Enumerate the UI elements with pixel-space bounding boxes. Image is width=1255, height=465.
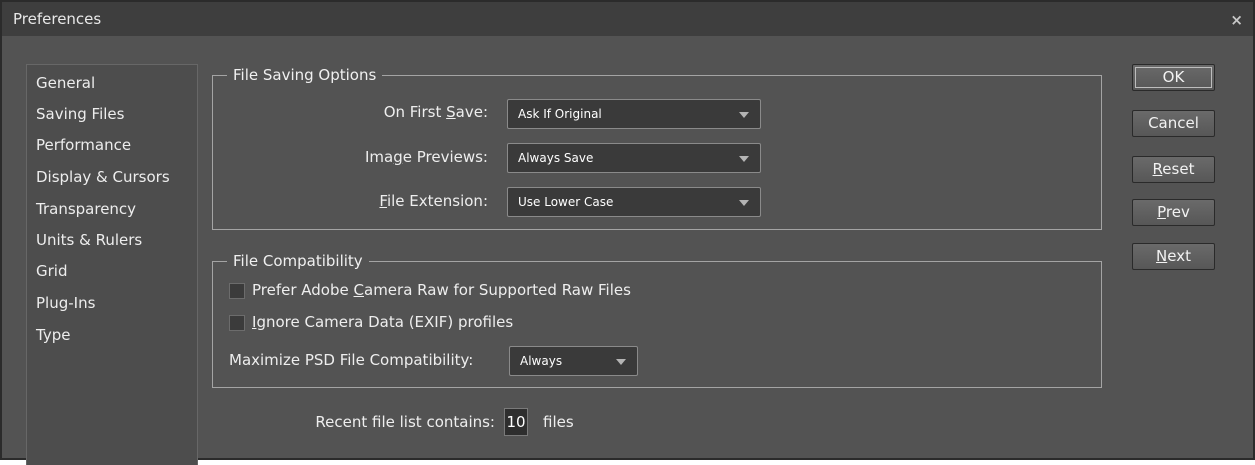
ignore-exif-label[interactable]: Ignore Camera Data (EXIF) profiles xyxy=(252,313,513,331)
camera-raw-checkbox[interactable] xyxy=(229,283,245,299)
recent-files-suffix: files xyxy=(543,413,574,431)
sidebar-item-performance[interactable]: Performance xyxy=(36,136,131,154)
sidebar-item-type[interactable]: Type xyxy=(36,326,70,344)
chevron-down-icon xyxy=(739,156,749,162)
maximize-psd-select[interactable]: Always xyxy=(509,346,638,376)
image-previews-value: Always Save xyxy=(518,151,594,165)
image-previews-label: Image Previews: xyxy=(364,148,488,166)
reset-button[interactable]: Reset xyxy=(1132,156,1215,183)
file-compatibility-legend: File Compatibility xyxy=(233,252,363,270)
camera-raw-label[interactable]: Prefer Adobe Camera Raw for Supported Ra… xyxy=(252,281,631,299)
image-previews-select[interactable]: Always Save xyxy=(507,143,761,173)
on-first-save-value: Ask If Original xyxy=(518,107,602,121)
sidebar-item-saving-files[interactable]: Saving Files xyxy=(36,105,124,123)
file-extension-select[interactable]: Use Lower Case xyxy=(507,187,761,217)
title-bar[interactable]: Preferences × xyxy=(2,2,1253,36)
close-icon[interactable]: × xyxy=(1230,11,1243,29)
maximize-psd-label: Maximize PSD File Compatibility: xyxy=(229,351,474,369)
on-first-save-label: On First Save: xyxy=(383,103,488,121)
file-extension-value: Use Lower Case xyxy=(518,195,614,209)
prev-button[interactable]: Prev xyxy=(1132,199,1215,226)
sidebar-item-grid[interactable]: Grid xyxy=(36,262,67,280)
maximize-psd-value: Always xyxy=(520,354,563,368)
on-first-save-select[interactable]: Ask If Original xyxy=(507,99,761,129)
chevron-down-icon xyxy=(616,359,626,365)
ignore-exif-checkbox[interactable] xyxy=(229,315,245,331)
recent-files-label: Recent file list contains: xyxy=(315,413,495,431)
dialog-title: Preferences xyxy=(13,10,102,28)
cancel-button[interactable]: Cancel xyxy=(1132,110,1215,137)
recent-files-count-input[interactable]: 10 xyxy=(504,408,528,436)
sidebar-item-plug-ins[interactable]: Plug-Ins xyxy=(36,294,95,312)
sidebar-item-general[interactable]: General xyxy=(36,74,95,92)
preferences-category-list: General Saving Files Performance Display… xyxy=(26,64,198,465)
file-extension-label: File Extension: xyxy=(379,192,488,210)
preferences-dialog: Preferences × General Saving Files Perfo… xyxy=(0,0,1255,465)
sidebar-item-display-cursors[interactable]: Display & Cursors xyxy=(36,168,170,186)
ok-button[interactable]: OK xyxy=(1132,64,1215,91)
sidebar-item-units-rulers[interactable]: Units & Rulers xyxy=(36,231,142,249)
next-button[interactable]: Next xyxy=(1132,243,1215,270)
sidebar-item-transparency[interactable]: Transparency xyxy=(36,200,136,218)
chevron-down-icon xyxy=(739,200,749,206)
file-saving-options-legend: File Saving Options xyxy=(233,66,377,84)
chevron-down-icon xyxy=(739,112,749,118)
